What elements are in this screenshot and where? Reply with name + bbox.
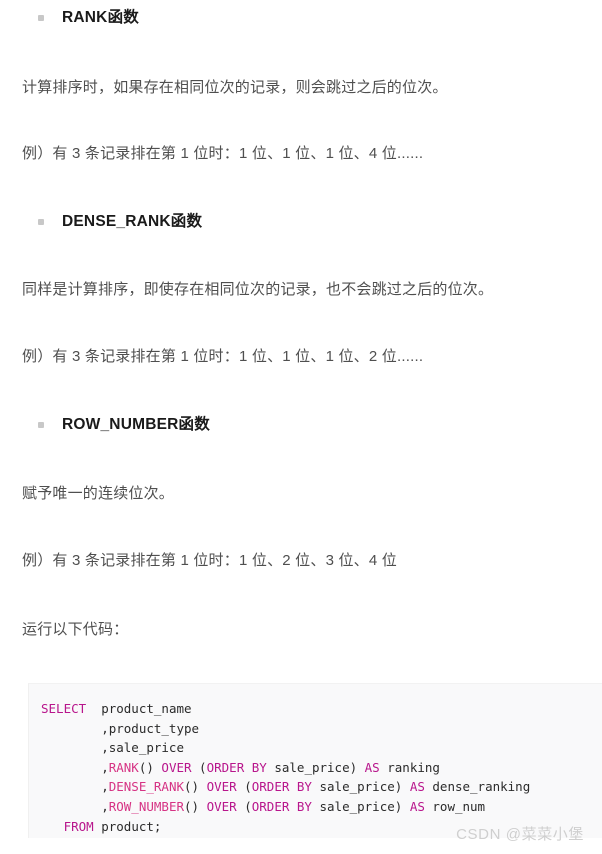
body-paragraph: 计算排序时，如果存在相同位次的记录，则会跳过之后的位次。 [22, 79, 448, 96]
code-token: , [41, 779, 109, 795]
csdn-watermark: CSDN @菜菜小堡 [456, 826, 584, 843]
section-heading-row: RANK函数 [0, 7, 139, 29]
code-token: RANK [108, 759, 139, 775]
code-token: ORDER BY [251, 779, 312, 795]
body-paragraph: 例）有 3 条记录排在第 1 位时：1 位、1 位、1 位、4 位...... [22, 145, 424, 162]
code-line: SELECT product_name [41, 699, 602, 719]
code-line: ,DENSE_RANK() OVER (ORDER BY sale_price)… [41, 777, 602, 797]
body-paragraph: 赋予唯一的连续位次。 [22, 485, 175, 502]
code-token: AS [409, 779, 425, 795]
sql-code-content[interactable]: SELECT product_name ,product_type ,sale_… [29, 684, 602, 836]
code-token: product_name [86, 701, 192, 716]
square-bullet-icon [38, 219, 44, 225]
code-token: () [184, 798, 207, 814]
code-token: AS [409, 798, 425, 814]
code-line: ,ROW_NUMBER() OVER (ORDER BY sale_price)… [41, 797, 602, 817]
body-paragraph: 例）有 3 条记录排在第 1 位时：1 位、1 位、1 位、2 位...... [22, 348, 424, 365]
code-token: SELECT [41, 701, 87, 716]
code-token: OVER [206, 779, 237, 795]
code-line: ,product_type [41, 719, 602, 739]
code-token: sale_price) [266, 759, 365, 775]
section-heading-row: ROW_NUMBER函数 [0, 414, 210, 436]
code-token: sale_price) [311, 798, 410, 814]
square-bullet-icon [38, 15, 44, 21]
code-token: , [41, 798, 109, 814]
code-token: dense_ranking [424, 779, 531, 795]
section-heading-text: ROW_NUMBER函数 [62, 416, 210, 433]
code-token: FROM [63, 818, 94, 834]
square-bullet-icon [38, 422, 44, 428]
sql-code-block: SELECT product_name ,product_type ,sale_… [28, 683, 602, 838]
code-line: ,sale_price [41, 738, 602, 758]
code-token: ORDER BY [251, 798, 312, 814]
body-paragraph: 例）有 3 条记录排在第 1 位时：1 位、2 位、3 位、4 位 [22, 552, 397, 569]
code-token: () [138, 759, 162, 775]
body-paragraph: 运行以下代码： [22, 621, 129, 638]
code-token: OVER [161, 759, 192, 775]
code-token: DENSE_RANK [108, 779, 184, 795]
code-token: ,sale_price [41, 740, 184, 756]
code-token: ( [191, 759, 207, 775]
code-token: ranking [379, 759, 440, 775]
article-body: RANK函数计算排序时，如果存在相同位次的记录，则会跳过之后的位次。 例）有 3 … [0, 0, 602, 854]
code-token: sale_price) [311, 779, 410, 795]
code-token: AS [364, 759, 380, 775]
code-token: ( [236, 779, 252, 795]
section-heading-row: DENSE_RANK函数 [0, 211, 202, 233]
code-token: row_num [424, 798, 486, 814]
body-paragraph: 同样是计算排序，即使存在相同位次的记录，也不会跳过之后的位次。 [22, 281, 494, 298]
code-token: product; [93, 818, 162, 834]
code-token: ( [236, 798, 252, 814]
code-token: ORDER BY [206, 759, 267, 775]
section-heading-text: DENSE_RANK函数 [62, 213, 203, 230]
code-token: ROW_NUMBER [108, 798, 184, 814]
code-token: () [184, 779, 207, 795]
code-line: ,RANK() OVER (ORDER BY sale_price) AS ra… [41, 758, 602, 778]
code-token: OVER [206, 798, 237, 814]
code-token: ,product_type [41, 720, 200, 736]
section-heading-text: RANK函数 [62, 9, 139, 26]
code-token: , [41, 759, 109, 775]
